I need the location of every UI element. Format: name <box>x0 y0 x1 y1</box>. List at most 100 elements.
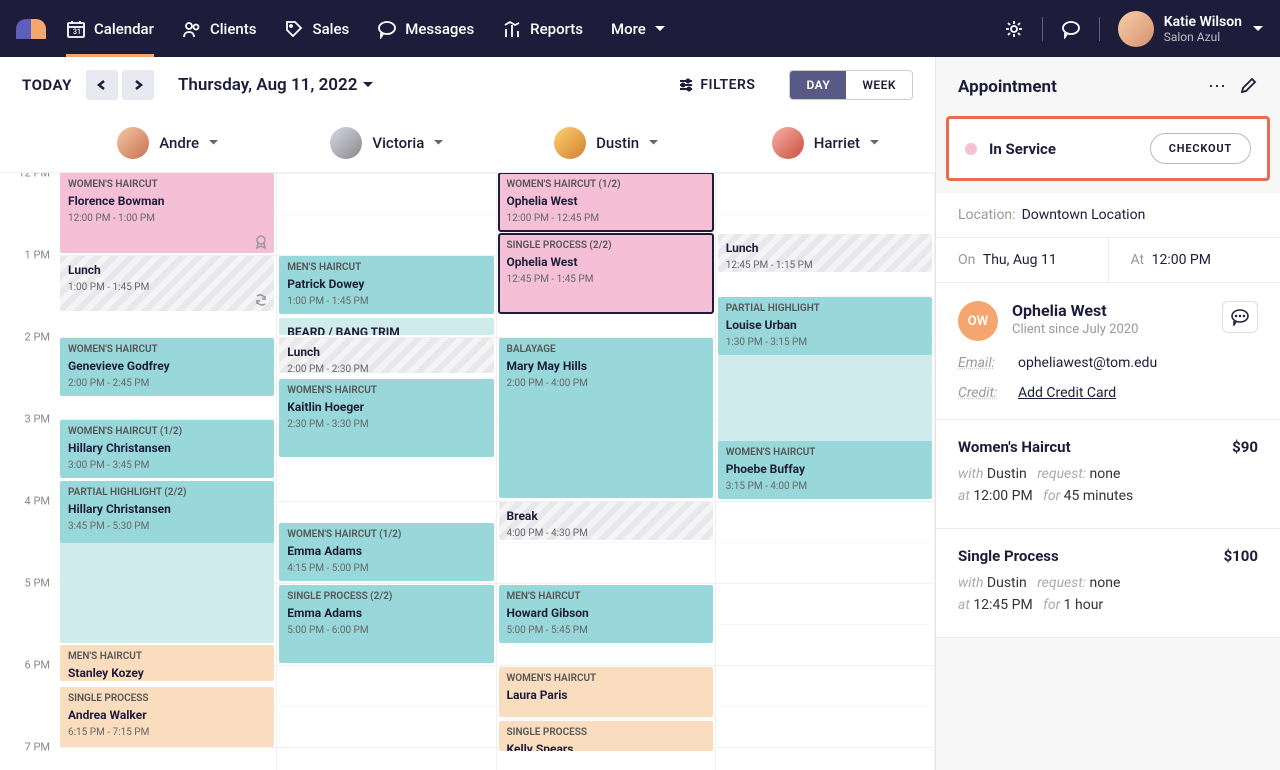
nav-messages[interactable]: Messages <box>377 19 474 39</box>
time-label: 12 PM <box>18 173 50 180</box>
calendar-grid: 12 PM1 PM2 PM3 PM4 PM5 PM6 PM7 PM WOMEN'… <box>0 173 935 770</box>
avatar <box>1118 11 1154 47</box>
appointment-event[interactable]: MEN'S HAIRCUTHoward Gibson5:00 PM - 5:45… <box>499 585 713 643</box>
appointment-event[interactable]: WOMEN'S HAIRCUTLaura Paris <box>499 667 713 717</box>
add-credit-card-link[interactable]: Add Credit Card <box>1018 385 1116 401</box>
appointment-event[interactable]: SINGLE PROCESSKelly Spears <box>499 721 713 751</box>
chevron-down-icon <box>649 138 658 147</box>
appointment-event[interactable]: WOMEN'S HAIRCUTGenevieve Godfrey2:00 PM … <box>60 338 274 396</box>
chevron-down-icon <box>870 138 879 147</box>
message-client-button[interactable] <box>1222 301 1258 333</box>
nav-label: Reports <box>530 20 583 38</box>
appointment-event[interactable]: BALAYAGEMary May Hills2:00 PM - 4:00 PM <box>499 338 713 498</box>
prev-button[interactable] <box>86 70 118 100</box>
on-label: On <box>958 252 975 268</box>
appointment-event[interactable]: PARTIAL HIGHLIGHT (2/2)Hillary Christans… <box>60 481 274 543</box>
service-item[interactable]: Single Process$100with Dustin request: n… <box>936 529 1280 638</box>
today-button[interactable]: TODAY <box>22 76 72 94</box>
panel-title: Appointment <box>958 77 1194 97</box>
chat-icon[interactable] <box>1061 19 1081 39</box>
time-label: 1 PM <box>25 249 50 262</box>
view-day[interactable]: DAY <box>790 71 846 99</box>
column-harriet[interactable]: Lunch12:45 PM - 1:15 PM PARTIAL HIGHLIGHT… <box>716 173 935 770</box>
services-list: Women's Haircut$90with Dustin request: n… <box>936 420 1280 638</box>
chevron-down-icon <box>209 138 218 147</box>
sales-icon <box>284 19 304 39</box>
appointment-event[interactable]: BEARD / BANG TRIM <box>279 318 493 335</box>
location-row: Location: Downtown Location <box>936 193 1280 238</box>
appointment-event[interactable]: MEN'S HAIRCUTStanley Kozey <box>60 645 274 681</box>
service-name: Single Process <box>958 547 1059 565</box>
appointment-event[interactable]: WOMEN'S HAIRCUT (1/2)Hillary Christansen… <box>60 420 274 478</box>
appointment-event[interactable]: Lunch2:00 PM - 2:30 PM <box>279 338 493 373</box>
appointment-event[interactable]: WOMEN'S HAIRCUTFlorence Bowman12:00 PM -… <box>60 173 274 253</box>
user-sub: Salon Azul <box>1164 30 1242 44</box>
service-item[interactable]: Women's Haircut$90with Dustin request: n… <box>936 420 1280 529</box>
email-value: opheliawest@tom.edu <box>1018 355 1157 371</box>
appointment-event[interactable]: Break4:00 PM - 4:30 PM <box>499 502 713 540</box>
appointment-event[interactable]: MEN'S HAIRCUTPatrick Dowey1:00 PM - 1:45… <box>279 256 493 314</box>
appointment-event[interactable]: Lunch1:00 PM - 1:45 PM <box>60 256 274 311</box>
time-label: 5 PM <box>25 577 50 590</box>
date-label: Thursday, Aug 11, 2022 <box>178 75 358 95</box>
credit-label: Credit: <box>958 385 1018 401</box>
top-navigation: 31 Calendar Clients Sales Messages Repor… <box>0 0 1280 57</box>
avatar <box>772 127 804 159</box>
time-label: 6 PM <box>25 659 50 672</box>
nav-label: Clients <box>210 20 257 38</box>
appointment-event[interactable]: SINGLE PROCESS (2/2)Ophelia West12:45 PM… <box>499 234 713 313</box>
chevron-down-icon <box>654 23 666 35</box>
staff-column-dustin[interactable]: Dustin <box>497 113 716 172</box>
status-box: In Service CHECKOUT <box>946 116 1270 181</box>
edit-icon[interactable] <box>1240 75 1258 98</box>
column-dustin[interactable]: WOMEN'S HAIRCUT (1/2)Ophelia West12:00 P… <box>497 173 716 770</box>
nav-label: Messages <box>405 20 474 38</box>
client-since: Client since July 2020 <box>1012 322 1208 337</box>
view-week[interactable]: WEEK <box>846 71 912 99</box>
service-name: Women's Haircut <box>958 438 1071 456</box>
appointment-event[interactable]: PARTIAL HIGHLIGHTLouise Urban1:30 PM - 3… <box>718 297 932 355</box>
nav-right: Katie Wilson Salon Azul <box>1004 11 1264 47</box>
appointment-processing <box>60 543 274 643</box>
nav-more[interactable]: More <box>611 19 666 39</box>
appointment-event[interactable]: SINGLE PROCESSAndrea Walker6:15 PM - 7:1… <box>60 687 274 747</box>
nav-label: More <box>611 20 646 38</box>
staff-column-harriet[interactable]: Harriet <box>716 113 935 172</box>
filters-icon <box>678 77 694 93</box>
time-label: 4 PM <box>25 495 50 508</box>
app-logo[interactable] <box>16 19 46 39</box>
calendar-columns: WOMEN'S HAIRCUTFlorence Bowman12:00 PM -… <box>58 173 935 770</box>
at-label: At <box>1131 252 1145 268</box>
next-button[interactable] <box>122 70 154 100</box>
column-victoria[interactable]: MEN'S HAIRCUTPatrick Dowey1:00 PM - 1:45… <box>277 173 496 770</box>
column-andre[interactable]: WOMEN'S HAIRCUTFlorence Bowman12:00 PM -… <box>58 173 277 770</box>
nav-reports[interactable]: Reports <box>502 19 583 39</box>
nav-calendar[interactable]: 31 Calendar <box>66 19 154 39</box>
staff-name: Harriet <box>814 134 860 152</box>
gear-icon[interactable] <box>1004 19 1024 39</box>
filters-button[interactable]: FILTERS <box>678 77 755 93</box>
appointment-event[interactable]: Lunch12:45 PM - 1:15 PM <box>718 234 932 272</box>
staff-column-victoria[interactable]: Victoria <box>277 113 496 172</box>
date-picker[interactable]: Thursday, Aug 11, 2022 <box>178 75 374 95</box>
chevron-down-icon <box>1252 23 1264 35</box>
email-label: Email: <box>958 355 1018 371</box>
checkout-button[interactable]: CHECKOUT <box>1150 133 1251 164</box>
service-price: $90 <box>1232 438 1258 456</box>
appointment-event[interactable]: WOMEN'S HAIRCUT (1/2)Emma Adams4:15 PM -… <box>279 523 493 581</box>
user-menu[interactable]: Katie Wilson Salon Azul <box>1118 11 1264 47</box>
staff-column-andre[interactable]: Andre <box>58 113 277 172</box>
more-icon[interactable]: ⋯ <box>1208 76 1226 97</box>
datetime-row: On Thu, Aug 11 At 12:00 PM <box>936 238 1280 283</box>
appointment-event[interactable]: WOMEN'S HAIRCUT (1/2)Ophelia West12:00 P… <box>499 173 713 231</box>
chat-icon <box>1230 308 1250 326</box>
client-name: Ophelia West <box>1012 301 1208 320</box>
messages-icon <box>377 19 397 39</box>
appointment-event[interactable]: SINGLE PROCESS (2/2)Emma Adams5:00 PM - … <box>279 585 493 663</box>
panel-header: Appointment ⋯ <box>936 57 1280 116</box>
nav-sales[interactable]: Sales <box>284 19 349 39</box>
nav-clients[interactable]: Clients <box>182 19 257 39</box>
time-gutter: 12 PM1 PM2 PM3 PM4 PM5 PM6 PM7 PM <box>0 173 58 770</box>
appointment-event[interactable]: WOMEN'S HAIRCUTPhoebe Buffay3:15 PM - 4:… <box>718 441 932 499</box>
appointment-event[interactable]: WOMEN'S HAIRCUTKaitlin Hoeger2:30 PM - 3… <box>279 379 493 457</box>
